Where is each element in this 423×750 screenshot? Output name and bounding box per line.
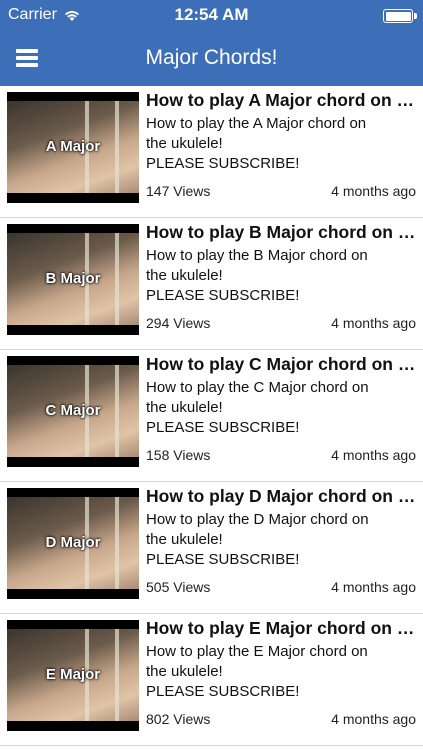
thumbnail-label: D Major [45,534,101,551]
thumbnail-label: A Major [45,138,101,155]
nav-bar: Major Chords! [0,32,423,86]
view-count: 802 Views [146,711,211,727]
video-list-item[interactable]: D Major How to play D Major chord on the… [0,482,423,614]
view-count: 147 Views [146,183,211,199]
video-list-item[interactable]: E Major How to play E Major chord on the… [0,614,423,746]
description-line: How to play the E Major chord on the uku… [146,643,368,680]
video-thumbnail[interactable]: E Major [7,620,139,731]
page-title: Major Chords! [145,46,278,69]
description-line: PLEASE SUBSCRIBE! [146,419,300,436]
video-thumbnail[interactable]: D Major [7,488,139,599]
video-description: How to play the C Major chord on the uku… [146,378,386,438]
thumbnail-label: B Major [45,270,101,287]
upload-age: 4 months ago [331,447,416,463]
upload-age: 4 months ago [331,183,416,199]
video-title[interactable]: How to play D Major chord on the ukulele [146,486,418,507]
video-thumbnail[interactable]: C Major [7,356,139,467]
upload-age: 4 months ago [331,711,416,727]
video-title[interactable]: How to play C Major chord on the ukulele [146,354,418,375]
thumbnail-label: C Major [45,402,101,419]
description-line: PLEASE SUBSCRIBE! [146,287,300,304]
video-thumbnail[interactable]: B Major [7,224,139,335]
description-line: PLEASE SUBSCRIBE! [146,155,300,172]
video-list-item[interactable]: A Major How to play A Major chord on the… [0,86,423,218]
description-line: How to play the A Major chord on the uku… [146,115,367,152]
video-list-item[interactable]: B Major How to play B Major chord on the… [0,218,423,350]
battery-icon [383,9,417,23]
video-title[interactable]: How to play B Major chord on the ukulele [146,222,418,243]
upload-age: 4 months ago [331,315,416,331]
video-description: How to play the D Major chord on the uku… [146,510,386,570]
video-list: A Major How to play A Major chord on the… [0,86,423,746]
description-line: How to play the B Major chord on the uku… [146,247,368,284]
view-count: 294 Views [146,315,211,331]
view-count: 158 Views [146,447,211,463]
video-title[interactable]: How to play A Major chord on the ukulele [146,90,418,111]
view-count: 505 Views [146,579,211,595]
status-bar: Carrier 12:54 AM [0,0,423,32]
description-line: How to play the C Major chord on the uku… [146,379,369,416]
video-list-item[interactable]: C Major How to play C Major chord on the… [0,350,423,482]
description-line: PLEASE SUBSCRIBE! [146,683,300,700]
description-line: How to play the D Major chord on the uku… [146,511,369,548]
thumbnail-label: E Major [45,666,101,683]
video-description: How to play the E Major chord on the uku… [146,642,386,702]
status-time: 12:54 AM [174,5,249,24]
upload-age: 4 months ago [331,579,416,595]
video-description: How to play the B Major chord on the uku… [146,246,386,306]
video-title[interactable]: How to play E Major chord on the ukulele [146,618,418,639]
description-line: PLEASE SUBSCRIBE! [146,551,300,568]
video-description: How to play the A Major chord on the uku… [146,114,386,174]
video-thumbnail[interactable]: A Major [7,92,139,203]
